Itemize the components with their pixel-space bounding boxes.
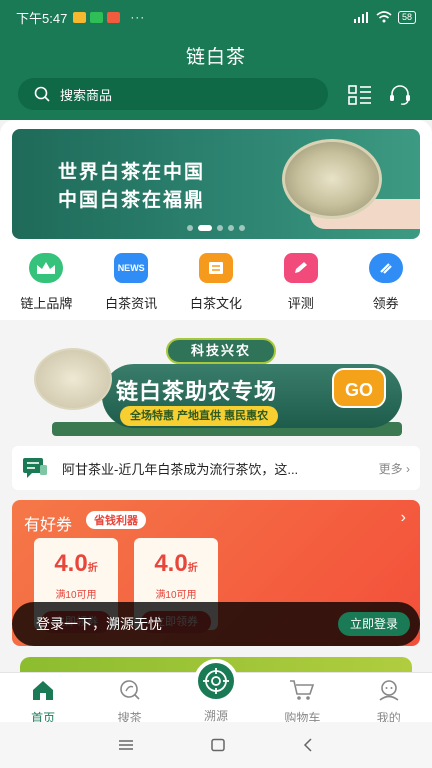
chevron-right-icon[interactable]: ›	[401, 509, 406, 527]
customer-service-icon[interactable]	[388, 84, 412, 106]
pencil-icon	[283, 253, 318, 283]
message-icon	[23, 458, 47, 478]
news-more-link[interactable]: 更多 ›	[379, 460, 410, 477]
promo-go-button[interactable]: GO	[332, 368, 386, 408]
signal-icon	[353, 11, 368, 23]
news-text: 阿甘茶业-近几年白茶成为流行茶饮，这...	[62, 461, 299, 477]
nav-label: 领券	[372, 296, 399, 311]
promo-title: 链白茶助农专场	[116, 379, 278, 404]
battery-indicator: 58	[397, 10, 416, 24]
system-navigation-bar	[0, 722, 432, 768]
nav-item-4[interactable]: 领券	[346, 253, 426, 313]
carousel-dot	[239, 225, 245, 231]
bottom-tab-bar: 首页 搜茶 溯源 购物车 我的	[0, 659, 432, 725]
cart-icon	[289, 679, 315, 706]
app-title: 链白茶	[185, 47, 246, 68]
tab-4[interactable]: 我的	[354, 673, 424, 725]
message-notification-icon	[73, 11, 87, 23]
target-icon	[193, 659, 238, 703]
nav-item-0[interactable]: 链上品牌	[6, 253, 86, 313]
coupon-condition: 满10可用	[55, 590, 97, 601]
carousel-dots	[12, 225, 420, 231]
home-icon	[31, 679, 55, 706]
search-icon	[34, 86, 50, 102]
search-bar[interactable]: 搜索商品	[18, 78, 328, 110]
banner-tea-cake-image	[282, 139, 382, 219]
banner-line-1: 世界白茶在中国	[58, 162, 206, 183]
nav-item-2[interactable]: 白茶文化	[176, 253, 256, 313]
menu-icon[interactable]	[118, 739, 134, 751]
coupon-amount: 4.0折	[54, 550, 98, 577]
coupon-amount: 4.0折	[154, 550, 198, 577]
nav-label: 链上品牌	[20, 296, 73, 311]
tab-2[interactable]: 溯源	[181, 659, 251, 723]
coupon-section-badge: 省钱利器	[86, 511, 146, 529]
banner-carousel[interactable]: 世界白茶在中国 中国白茶在福鼎	[12, 129, 420, 239]
nav-item-1[interactable]: NEWS 白茶资讯	[91, 253, 171, 313]
crown-icon	[29, 253, 64, 283]
promo-badge: 科技兴农	[166, 338, 276, 364]
promo-tea-image	[34, 348, 112, 410]
tab-3[interactable]: 购物车	[267, 673, 337, 725]
profile-icon	[377, 679, 401, 706]
nav-label: 评测	[287, 296, 314, 311]
news-icon: NEWS	[114, 253, 149, 283]
main-content: 世界白茶在中国 中国白茶在福鼎 链上品牌 NEWS 白茶资讯 白茶文化 评测 领券 科技兴…	[0, 120, 432, 672]
login-prompt-text: 登录一下，溯源无忧	[36, 616, 162, 632]
status-bar: 下午5:47 ··· 58	[0, 0, 432, 34]
status-time: 下午5:47	[16, 10, 68, 26]
news-ticker[interactable]: 阿甘茶业-近几年白茶成为流行茶饮，这... 更多 ›	[12, 446, 420, 490]
login-button[interactable]: 立即登录	[337, 612, 410, 636]
home-square-icon[interactable]	[210, 738, 226, 752]
carousel-dot	[198, 225, 212, 231]
carousel-dot	[187, 225, 193, 231]
category-list-icon[interactable]	[348, 84, 372, 106]
quick-nav: 链上品牌 NEWS 白茶资讯 白茶文化 评测 领券	[0, 253, 432, 313]
chevron-right-icon: ›	[402, 461, 410, 476]
header: 链白茶 搜索商品	[0, 34, 432, 120]
coupon-section-title: 有好券	[24, 517, 73, 534]
login-prompt: 登录一下，溯源无忧 立即登录	[12, 602, 420, 646]
more-notifications-icon: ···	[130, 10, 146, 24]
tab-0[interactable]: 首页	[8, 673, 78, 725]
nav-label: 白茶文化	[189, 296, 242, 311]
phone-notification-icon	[90, 11, 104, 23]
app-notification-icon	[107, 11, 121, 23]
promo-banner[interactable]: 科技兴农 链白茶助农专场 GO 全场特惠 产地直供 惠民惠农	[12, 324, 420, 440]
wifi-icon	[376, 11, 392, 23]
nav-label: 白茶资讯	[105, 296, 158, 311]
coupon-icon	[368, 253, 403, 283]
back-icon[interactable]	[302, 738, 314, 752]
carousel-dot	[228, 225, 234, 231]
search-tea-icon	[118, 679, 142, 706]
search-placeholder: 搜索商品	[60, 87, 113, 103]
nav-item-3[interactable]: 评测	[261, 253, 341, 313]
book-icon	[198, 253, 233, 283]
coupon-condition: 满10可用	[155, 590, 197, 601]
tab-1[interactable]: 搜茶	[95, 673, 165, 725]
carousel-dot	[217, 225, 223, 231]
banner-line-2: 中国白茶在福鼎	[58, 190, 206, 211]
promo-tags: 全场特惠 产地直供 惠民惠农	[120, 406, 279, 426]
